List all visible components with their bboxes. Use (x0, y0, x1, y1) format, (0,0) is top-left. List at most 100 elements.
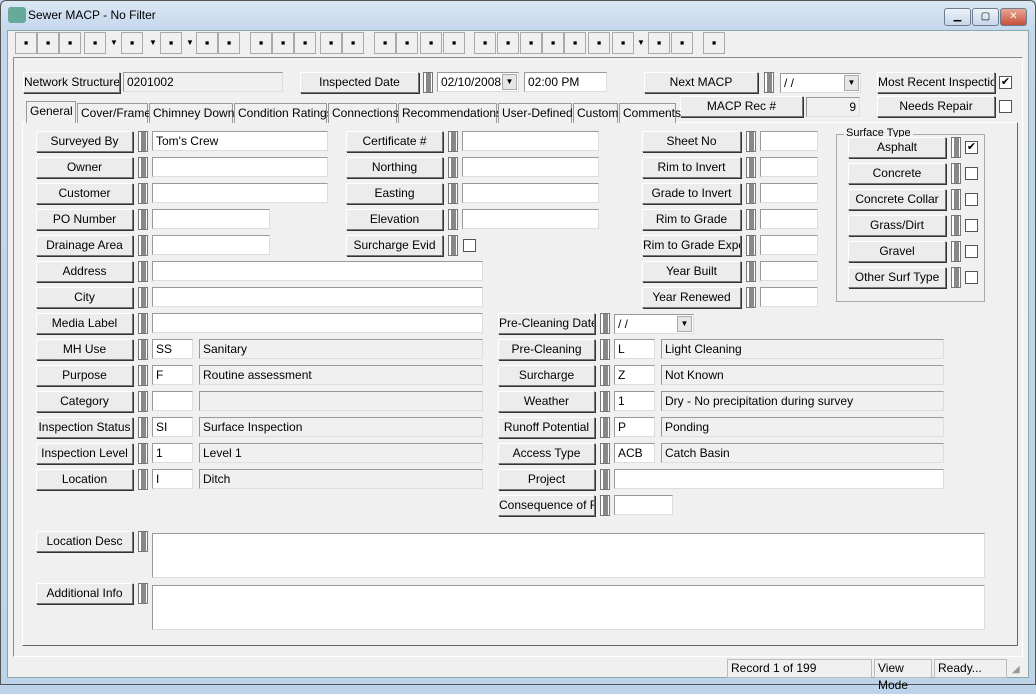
customer-field[interactable] (152, 183, 328, 203)
gravel-button[interactable]: Gravel (848, 241, 946, 262)
last-record-icon[interactable]: ▪ (443, 32, 465, 54)
elevation-button[interactable]: Elevation (346, 209, 443, 230)
surveyed-by-button[interactable]: Surveyed By (36, 131, 133, 152)
chevron-down-icon[interactable]: ▼ (677, 316, 692, 332)
address-field[interactable] (152, 261, 483, 281)
city-button[interactable]: City (36, 287, 133, 308)
surveyed-by-field[interactable]: Tom's Crew (152, 131, 328, 151)
other-surf-type-checkbox[interactable] (965, 271, 978, 284)
indicator-handle[interactable] (138, 469, 148, 490)
indicator-handle[interactable] (951, 189, 961, 210)
city-field[interactable] (152, 287, 483, 307)
tab-comments[interactable]: Comments (619, 103, 681, 123)
tab-condition-ratings[interactable]: Condition Ratings (234, 103, 333, 123)
inspected-date-field[interactable]: 02/10/2008 ▼ (437, 72, 519, 92)
surcharge-evid-button[interactable]: Surcharge Evid (346, 235, 443, 256)
access-type-button[interactable]: Access Type (498, 443, 595, 464)
year-renewed-button[interactable]: Year Renewed (642, 287, 741, 308)
dropdown-arrow-icon[interactable]: ▼ (635, 32, 647, 54)
access-type-code-field[interactable]: ACB (614, 443, 655, 463)
indicator-handle[interactable] (138, 235, 148, 256)
inspection-status-button[interactable]: Inspection Status (36, 417, 133, 438)
indicator-handle[interactable] (951, 241, 961, 262)
lightning-icon[interactable]: ▪ (497, 32, 519, 54)
network-icon[interactable]: ▪ (542, 32, 564, 54)
rim-to-grade-field[interactable] (760, 209, 818, 229)
indicator-handle[interactable] (138, 157, 148, 178)
concrete-button[interactable]: Concrete (848, 163, 946, 184)
indicator-handle[interactable] (746, 287, 756, 308)
category-code-field[interactable] (152, 391, 193, 411)
media-label-button[interactable]: Media Label (36, 313, 133, 334)
book-icon[interactable]: ▪ (671, 32, 693, 54)
rim-to-invert-button[interactable]: Rim to Invert (642, 157, 741, 178)
grade-to-invert-field[interactable] (760, 183, 818, 203)
indicator-handle[interactable] (600, 313, 610, 334)
indicator-handle[interactable] (600, 417, 610, 438)
indicator-handle[interactable] (600, 443, 610, 464)
next-macp-date-field[interactable]: / / ▼ (780, 73, 861, 93)
concrete-collar-button[interactable]: Concrete Collar (848, 189, 946, 210)
consequence-of-failure-field[interactable] (614, 495, 673, 515)
most-recent-inspection-button[interactable]: Most Recent Inspection (877, 72, 995, 93)
year-renewed-field[interactable] (760, 287, 818, 307)
category-button[interactable]: Category (36, 391, 133, 412)
indicator-handle[interactable] (951, 163, 961, 184)
indicator-handle[interactable] (448, 235, 458, 256)
rim-to-invert-field[interactable] (760, 157, 818, 177)
purpose-button[interactable]: Purpose (36, 365, 133, 386)
most-recent-inspection-checkbox[interactable]: ✔ (999, 76, 1012, 89)
tab-chimney-down[interactable]: Chimney Down (149, 103, 234, 123)
inspection-status-code-field[interactable]: SI (152, 417, 193, 437)
exit-icon[interactable]: ▪ (703, 32, 725, 54)
indicator-handle[interactable] (764, 72, 774, 93)
add-record-icon[interactable]: ▪ (272, 32, 294, 54)
sheet-no-field[interactable] (760, 131, 818, 151)
location-desc-button[interactable]: Location Desc (36, 531, 133, 552)
grade-to-invert-button[interactable]: Grade to Invert (642, 183, 741, 204)
concrete-collar-checkbox[interactable] (965, 193, 978, 206)
weather-button[interactable]: Weather (498, 391, 595, 412)
dropdown-arrow-icon[interactable]: ▼ (147, 32, 159, 54)
customer-button[interactable]: Customer (36, 183, 133, 204)
dropdown-arrow-icon[interactable]: ▼ (108, 32, 120, 54)
resize-grip-icon[interactable]: ◢ (1012, 664, 1020, 675)
screen-icon[interactable]: ▪ (15, 32, 37, 54)
macp-rec-button[interactable]: MACP Rec # (680, 96, 803, 117)
previous-record-icon[interactable]: ▪ (396, 32, 418, 54)
media-label-field[interactable] (152, 313, 483, 333)
indicator-handle[interactable] (746, 261, 756, 282)
indicator-handle[interactable] (746, 183, 756, 204)
filter-icon[interactable]: ▪ (121, 32, 143, 54)
asphalt-checkbox[interactable]: ✔ (965, 141, 978, 154)
owner-button[interactable]: Owner (36, 157, 133, 178)
mh-use-code-field[interactable]: SS (152, 339, 193, 359)
tab-recommendations[interactable]: Recommendations (398, 103, 502, 123)
indicator-handle[interactable] (138, 209, 148, 230)
elevation-field[interactable] (462, 209, 599, 229)
drainage-area-field[interactable] (152, 235, 270, 255)
project-button[interactable]: Project (498, 469, 595, 490)
indicator-handle[interactable] (746, 235, 756, 256)
delete-icon[interactable]: ▪ (320, 32, 342, 54)
easting-button[interactable]: Easting (346, 183, 443, 204)
close-button[interactable]: ✕ (1000, 8, 1027, 26)
save-icon[interactable]: ▪ (250, 32, 272, 54)
surcharge-code-field[interactable]: Z (614, 365, 655, 385)
needs-repair-button[interactable]: Needs Repair (877, 96, 995, 117)
indicator-handle[interactable] (138, 261, 148, 282)
indicator-handle[interactable] (448, 157, 458, 178)
tab-general[interactable]: General (26, 101, 76, 123)
indicator-handle[interactable] (138, 443, 148, 464)
indicator-handle[interactable] (138, 183, 148, 204)
spreadsheet-icon[interactable]: ▪ (648, 32, 670, 54)
next-macp-button[interactable]: Next MACP (644, 72, 758, 93)
properties-icon[interactable]: ▪ (196, 32, 218, 54)
pre-cleaning-button[interactable]: Pre-Cleaning (498, 339, 595, 360)
indicator-handle[interactable] (138, 365, 148, 386)
northing-button[interactable]: Northing (346, 157, 443, 178)
weather-code-field[interactable]: 1 (614, 391, 655, 411)
chevron-down-icon[interactable]: ▼ (844, 75, 859, 91)
indicator-handle[interactable] (138, 287, 148, 308)
indicator-handle[interactable] (600, 495, 610, 516)
